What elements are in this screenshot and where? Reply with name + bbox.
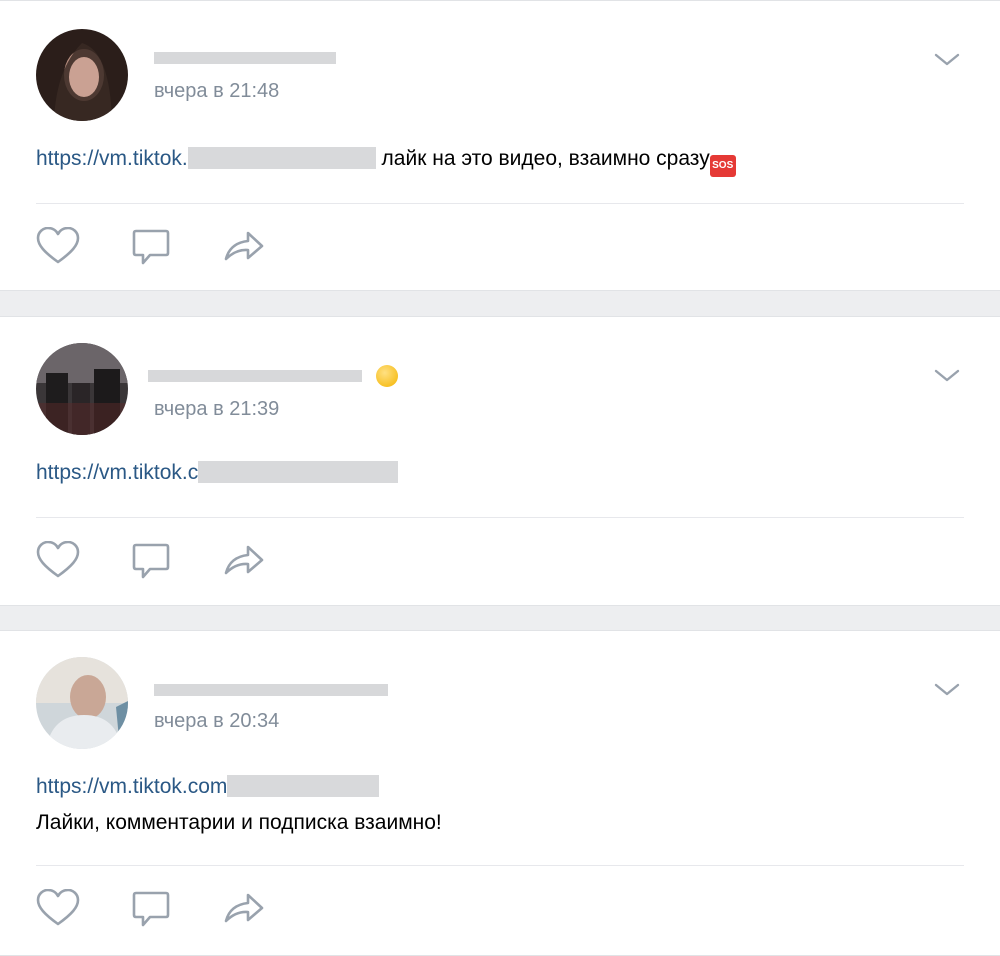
chevron-down-icon[interactable] [932, 679, 962, 699]
divider [36, 203, 964, 204]
chevron-down-icon[interactable] [932, 49, 962, 69]
author-name[interactable] [148, 365, 404, 387]
post-message: Лайки, комментарии и подписка взаимно! [36, 811, 442, 834]
post-card: вчера в 20:34 https://vm.tiktok.com Лайк… [0, 630, 1000, 956]
post-time[interactable]: вчера в 20:34 [154, 709, 279, 733]
smile-emoji-icon [376, 365, 398, 387]
post-text: https://vm.tiktok.c [36, 458, 399, 488]
post-link[interactable]: https://vm.tiktok.com [36, 775, 227, 798]
author-name[interactable] [154, 679, 390, 701]
post-text: https://vm.tiktok. лайк на это видео, вз… [36, 144, 736, 177]
heart-icon[interactable] [36, 541, 80, 581]
sos-emoji-icon: SOS [709, 155, 736, 177]
redacted-link [187, 147, 376, 169]
avatar[interactable] [36, 29, 128, 121]
post-link[interactable]: https://vm.tiktok. [36, 147, 188, 170]
heart-icon[interactable] [36, 227, 80, 267]
avatar[interactable] [36, 657, 128, 749]
post-time[interactable]: вчера в 21:48 [154, 79, 279, 103]
post-text: https://vm.tiktok.com [36, 772, 380, 802]
post-card: вчера в 21:39 https://vm.tiktok.c [0, 316, 1000, 606]
author-name[interactable] [154, 47, 340, 69]
share-icon[interactable] [222, 541, 266, 581]
heart-icon[interactable] [36, 889, 80, 929]
comment-icon[interactable] [130, 227, 174, 267]
post-link[interactable]: https://vm.tiktok.c [36, 461, 198, 484]
avatar[interactable] [36, 343, 128, 435]
post-actions [36, 889, 296, 929]
redacted-name [154, 52, 336, 64]
redacted-name [154, 684, 388, 696]
divider [36, 517, 964, 518]
share-icon[interactable] [222, 227, 266, 267]
redacted-name [148, 370, 362, 382]
post-actions [36, 541, 296, 581]
share-icon[interactable] [222, 889, 266, 929]
divider [36, 865, 964, 866]
comment-icon[interactable] [130, 889, 174, 929]
post-card: вчера в 21:48 https://vm.tiktok. лайк на… [0, 0, 1000, 291]
redacted-link [227, 775, 380, 797]
comment-icon[interactable] [130, 541, 174, 581]
chevron-down-icon[interactable] [932, 365, 962, 385]
post-message: лайк на это видео, взаимно сразу [375, 147, 710, 170]
post-time[interactable]: вчера в 21:39 [154, 397, 279, 421]
post-actions [36, 227, 296, 267]
redacted-link [198, 461, 399, 483]
